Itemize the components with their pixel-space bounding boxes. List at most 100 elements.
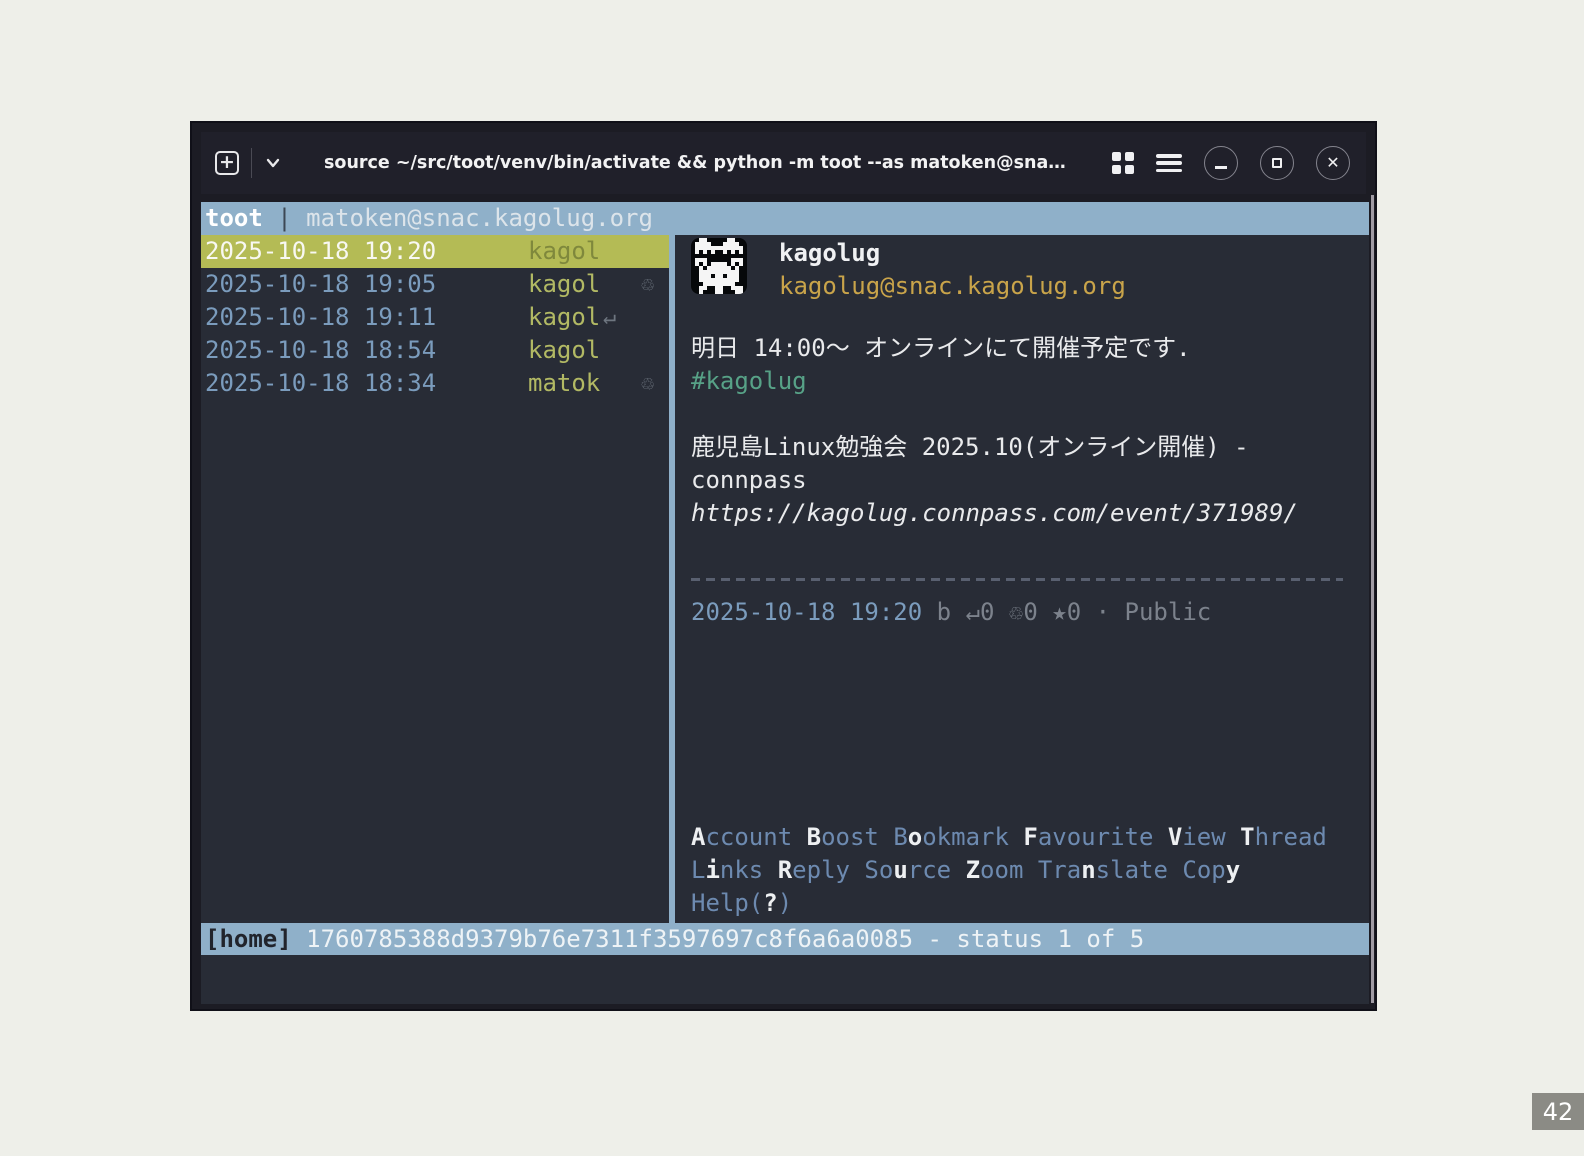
status-text-line: 明日 14:00〜 オンラインにて開催予定です. xyxy=(691,334,1191,362)
menu-item-zoom[interactable]: Zoom xyxy=(966,856,1024,884)
menu-icon[interactable] xyxy=(1156,154,1182,172)
menu-item-shortcut: A xyxy=(691,823,706,851)
timeline-row[interactable]: 2025-10-18 19:05 kagol ♲ xyxy=(201,268,669,301)
status-detail-pane: kagolug kagolug@snac.kagolug.org 明日 14:0… xyxy=(675,235,1369,923)
minimize-button[interactable] xyxy=(1204,146,1238,180)
menu-item-text: hread xyxy=(1254,823,1327,851)
menu-item-shortcut: R xyxy=(777,856,793,884)
window-edge-highlight xyxy=(1371,195,1374,1003)
menu-item-shortcut: F xyxy=(1023,823,1038,851)
menu-item-shortcut: y xyxy=(1225,856,1241,884)
menu-item-source[interactable]: Source xyxy=(864,856,951,884)
author-display-name: kagolug xyxy=(779,239,881,267)
favourite-count-icon: ★0 xyxy=(1052,598,1082,626)
titlebar-separator xyxy=(251,148,252,178)
menu-item-text: L xyxy=(691,856,706,884)
menu-item-reply[interactable]: Reply xyxy=(778,856,850,884)
menu-item-shortcut: i xyxy=(705,856,720,884)
timeline-row[interactable]: 2025-10-18 19:20 kagol xyxy=(201,235,669,268)
grid-square xyxy=(1112,152,1121,161)
menu-item-shortcut: T xyxy=(1240,823,1255,851)
tab-overview-icon[interactable] xyxy=(1112,152,1134,174)
menu-bar xyxy=(1156,161,1182,165)
timeline-date: 2025-10-18 19:05 xyxy=(205,270,437,298)
chevron-down-icon[interactable] xyxy=(264,154,282,172)
menu-item-text: slate xyxy=(1095,856,1168,884)
menu-item-text: avourite xyxy=(1037,823,1154,851)
close-button[interactable]: ✕ xyxy=(1316,146,1350,180)
menu-item-shortcut: B xyxy=(806,823,822,851)
status-timestamp: 2025-10-18 19:20 xyxy=(691,598,923,626)
minimize-icon xyxy=(1215,165,1227,169)
timeline-user: kagol xyxy=(528,237,601,265)
menu-item-thread[interactable]: Thread xyxy=(1240,823,1327,851)
new-tab-button[interactable]: + xyxy=(215,151,239,175)
boost-count-icon: ♲0 xyxy=(1008,598,1038,626)
visibility-flag xyxy=(922,598,936,626)
menu-item-boost[interactable]: Boost xyxy=(807,823,879,851)
timeline-user: kagol xyxy=(528,303,601,331)
timeline-row[interactable]: 2025-10-18 18:54 kagol xyxy=(201,334,669,367)
reply-count-icon: ↵0 xyxy=(965,598,995,626)
status-text-line xyxy=(691,398,1359,431)
terminal-window: + source ~/src/toot/venv/bin/activate &&… xyxy=(190,121,1377,1011)
status-content-lines: 明日 14:00〜 オンラインにて開催予定です. #kagolug 鹿児島Linux… xyxy=(691,332,1359,596)
grid-square xyxy=(1125,165,1134,174)
visibility-scope: Public xyxy=(1124,598,1212,626)
window-title: source ~/src/toot/venv/bin/activate && p… xyxy=(324,153,1066,173)
menu-item-shortcut: n xyxy=(1081,856,1096,884)
menu-item-text: ccount xyxy=(705,823,793,851)
timeline-user: matok xyxy=(528,369,601,397)
maximize-icon xyxy=(1272,158,1282,168)
timeline-row[interactable]: 2025-10-18 19:11 kagol ↵ xyxy=(201,301,669,334)
menu-item-copy[interactable]: Copy xyxy=(1182,856,1240,884)
avatar-pixel xyxy=(743,290,747,294)
menu-item-translate[interactable]: Translate xyxy=(1038,856,1168,884)
menu-item-account[interactable]: Account xyxy=(691,823,792,851)
grid-square xyxy=(1125,152,1134,161)
timeline-user: kagol xyxy=(528,270,601,298)
menu-item-text: B xyxy=(893,823,908,851)
toot-tui: toot | matoken@snac.kagolug.org 2025-10-… xyxy=(201,202,1369,1004)
menu-item-shortcut: u xyxy=(893,856,908,884)
status-position: - status 1 of 5 xyxy=(927,925,1145,953)
action-menu-row: Links Reply Source Zoom Translate Copy xyxy=(691,854,1327,887)
slide-page-number: 42 xyxy=(1532,1093,1584,1130)
header-separator: | xyxy=(262,204,307,232)
menu-item-help[interactable]: Help(?) xyxy=(691,889,792,917)
menu-item-text: okmark xyxy=(922,823,1009,851)
menu-item-text: Help( xyxy=(691,889,764,917)
timeline-date: 2025-10-18 18:34 xyxy=(205,369,437,397)
menu-item-text: Tra xyxy=(1037,856,1082,884)
maximize-button[interactable] xyxy=(1260,146,1294,180)
action-menu-row: Account Boost Bookmark Favourite View Th… xyxy=(691,821,1327,854)
boost-icon: ♲ xyxy=(641,272,655,297)
logged-in-account: matoken@snac.kagolug.org xyxy=(306,204,653,232)
toot-header-bar: toot | matoken@snac.kagolug.org xyxy=(201,202,1369,235)
menu-bar xyxy=(1156,168,1182,172)
timeline-date: 2025-10-18 18:54 xyxy=(205,336,437,364)
menu-item-text: eply xyxy=(792,856,850,884)
content-divider xyxy=(691,563,1359,596)
timeline-user: kagol xyxy=(528,336,601,364)
menu-item-text: So xyxy=(864,856,894,884)
status-text-line xyxy=(691,530,1359,563)
avatar xyxy=(691,238,747,294)
status-link[interactable]: https://kagolug.connpass.com/event/37198… xyxy=(691,497,1359,530)
menu-item-bookmark[interactable]: Bookmark xyxy=(893,823,1009,851)
status-content: 明日 14:00〜 オンラインにて開催予定です. #kagolug 鹿児島Linux… xyxy=(691,332,1359,629)
menu-item-view[interactable]: View xyxy=(1168,823,1226,851)
menu-item-shortcut: V xyxy=(1167,823,1183,851)
menu-item-shortcut: o xyxy=(907,823,923,851)
status-bar: [home] 1760785388d9379b76e7311f3597697c8… xyxy=(201,923,1369,955)
status-text-line: connpass xyxy=(691,466,807,494)
menu-bar xyxy=(1156,154,1182,158)
author-handle: kagolug@snac.kagolug.org xyxy=(779,272,1126,300)
menu-item-text: rce xyxy=(907,856,952,884)
terminal-titlebar: + source ~/src/toot/venv/bin/activate &&… xyxy=(201,132,1366,194)
menu-item-links[interactable]: Links xyxy=(691,856,763,884)
timeline-row[interactable]: 2025-10-18 18:34 matok ♲ xyxy=(201,367,669,400)
menu-item-shortcut: ? xyxy=(763,889,778,917)
menu-item-favourite[interactable]: Favourite xyxy=(1023,823,1153,851)
menu-item-text: ) xyxy=(777,889,793,917)
